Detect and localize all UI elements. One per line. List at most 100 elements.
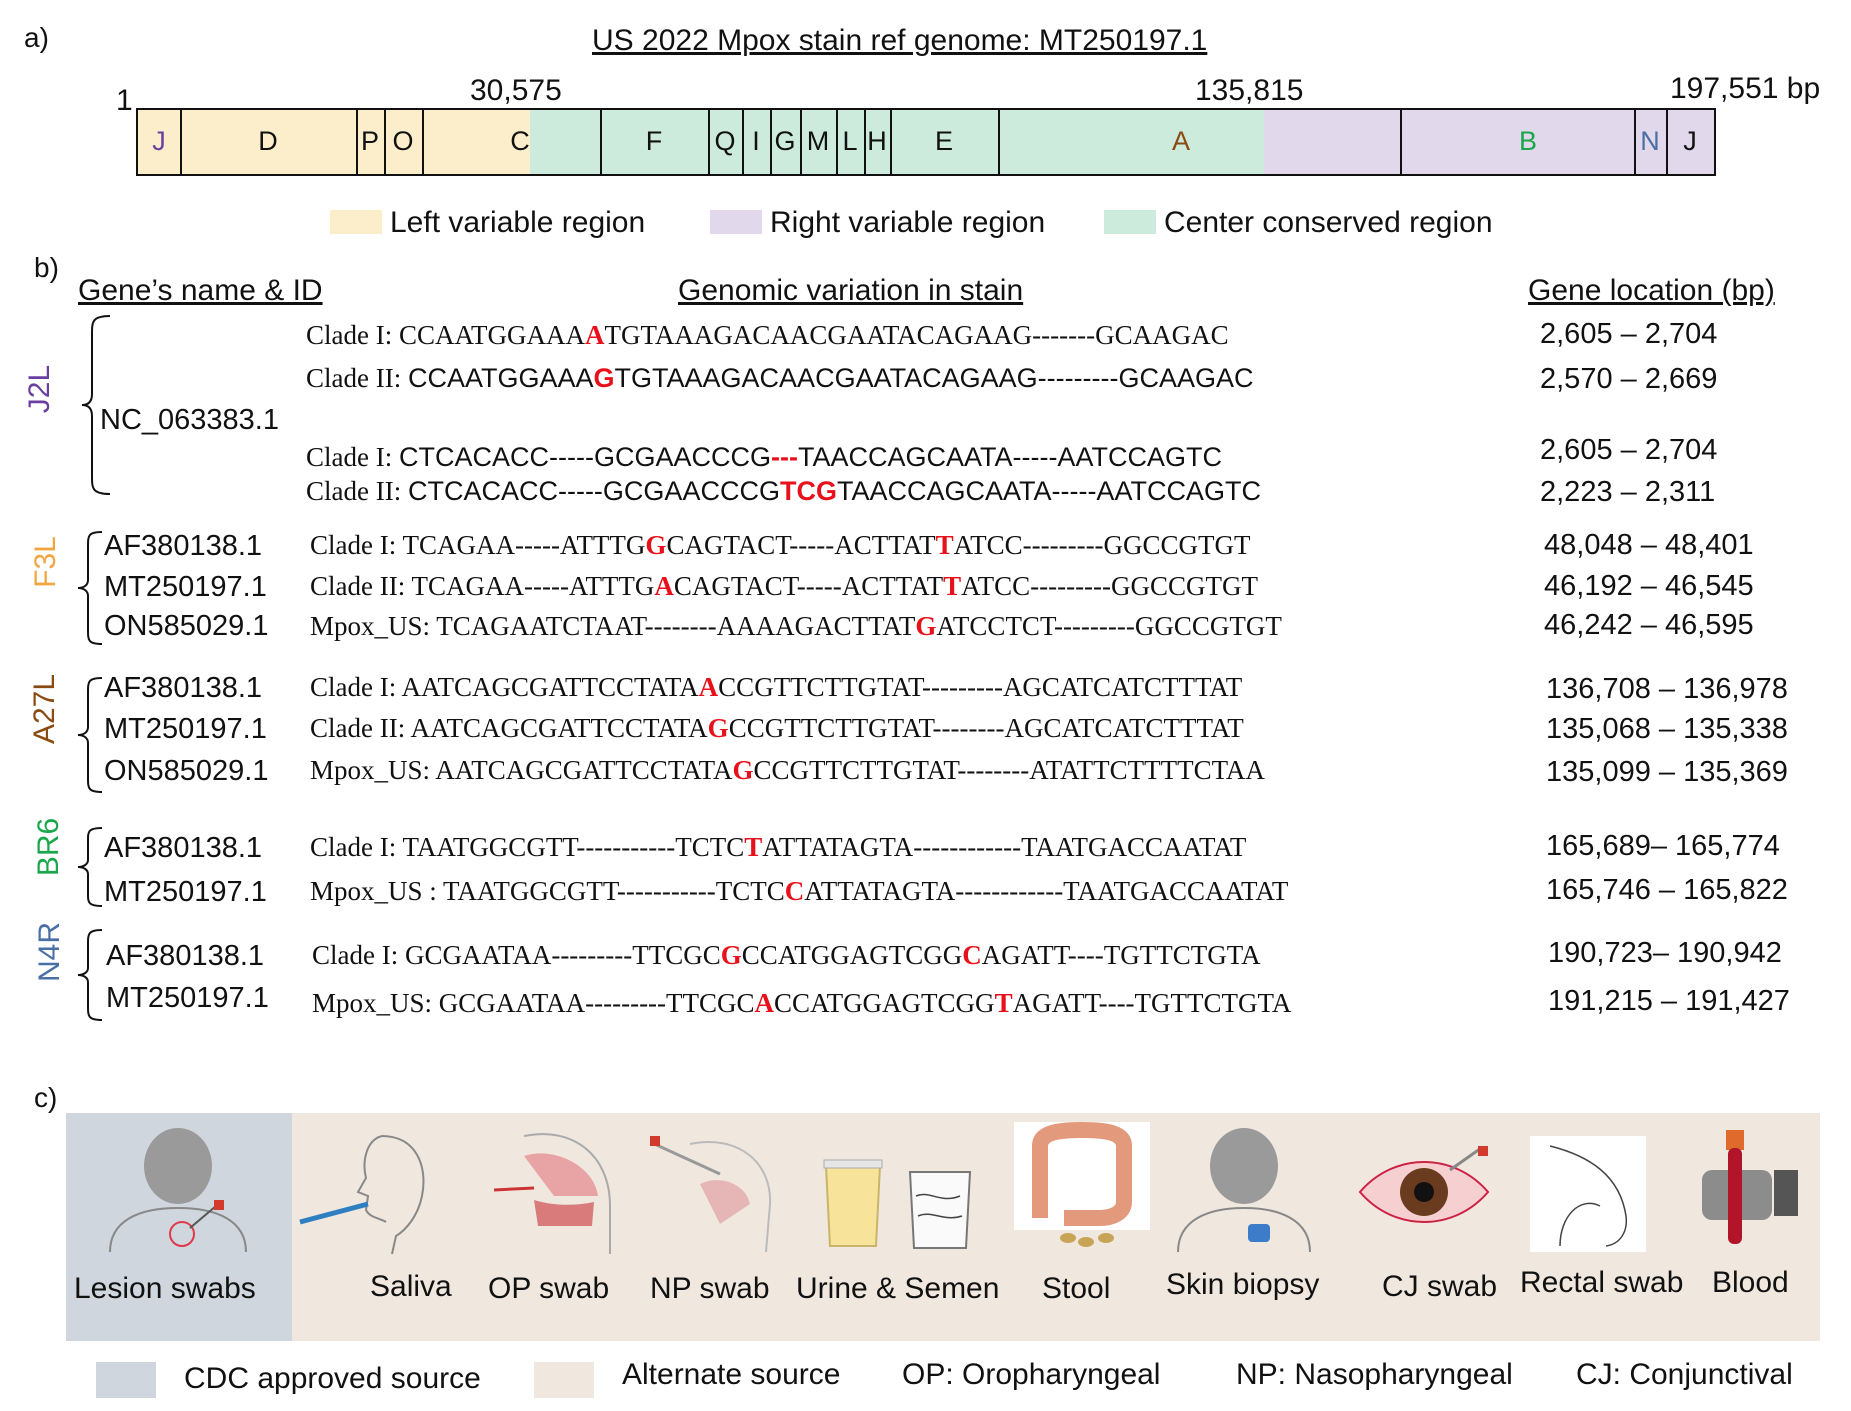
- np-swab-icon: [650, 1136, 772, 1253]
- legend-op-label: OP: Oropharyngeal: [902, 1358, 1161, 1391]
- accession-f3l-1: AF380138.1: [104, 530, 263, 562]
- legend-left-label: Left variable region: [390, 206, 646, 239]
- stool-icon: [1014, 1122, 1150, 1247]
- seq-row-13: Mpox_US: GCGAATAA---------TTCGCACCATGGAG…: [312, 988, 1292, 1018]
- loc-row-10: 165,689– 165,774: [1546, 830, 1780, 862]
- genome-map: J D P O C F Q I G M L H E A B N J: [136, 108, 1716, 176]
- legend-center-label: Center conserved region: [1164, 206, 1493, 239]
- segment-i: I: [752, 126, 760, 156]
- source-cj-swab: CJ swab: [1382, 1270, 1498, 1303]
- segment-d: D: [258, 126, 278, 156]
- seq-row-8: Clade II: AATCAGCGATTCCTATAGCCGTTCTTGTAT…: [310, 713, 1244, 743]
- seq-row-11: Mpox_US : TAATGGCGTT-----------TCTCCATTA…: [310, 876, 1289, 906]
- seq-row-2: Clade I: CTCACACC-----GCGAACCCG---TAACCA…: [306, 442, 1222, 472]
- seq-row-12: Clade I: GCGAATAA---------TTCGCGCCATGGAG…: [312, 940, 1261, 970]
- segment-j-right: J: [1683, 126, 1697, 156]
- accession-a27l-3: ON585029.1: [104, 755, 269, 787]
- accession-f3l-2: MT250197.1: [104, 571, 267, 603]
- accession-n4r-2: MT250197.1: [106, 982, 269, 1014]
- left-variable-region: [138, 110, 530, 174]
- rectal-swab-icon: [1530, 1136, 1646, 1252]
- accession-br6-2: MT250197.1: [104, 876, 267, 908]
- saliva-icon: [299, 1135, 425, 1255]
- segment-c: C: [510, 126, 530, 156]
- source-stool: Stool: [1042, 1272, 1111, 1305]
- lesion-swab-icon: [109, 1128, 247, 1253]
- panel-a-label: a): [24, 22, 49, 53]
- header-gene: Gene’s name & ID: [78, 274, 323, 307]
- loc-row-0: 2,605 – 2,704: [1540, 318, 1718, 350]
- source-rectal-swab: Rectal swab: [1520, 1266, 1684, 1299]
- source-blood: Blood: [1712, 1266, 1789, 1299]
- seq-row-1: Clade II: CCAATGGAAAGTGTAAAGACAACGAATACA…: [306, 363, 1254, 393]
- segment-h: H: [867, 126, 887, 156]
- center-conserved-region: [530, 110, 1264, 174]
- loc-row-11: 165,746 – 165,822: [1546, 874, 1788, 906]
- skin-biopsy-icon: [1177, 1128, 1311, 1253]
- source-np-swab: NP swab: [650, 1272, 770, 1305]
- loc-row-5: 46,192 – 46,545: [1544, 570, 1754, 602]
- legend-cdc-swatch: [96, 1362, 156, 1398]
- gene-f3l: F3L: [28, 536, 62, 588]
- coord-start: 1: [116, 84, 133, 117]
- loc-row-3: 2,223 – 2,311: [1540, 476, 1716, 508]
- segment-a: A: [1171, 126, 1191, 156]
- coord-30575: 30,575: [470, 74, 562, 107]
- gene-j2l: J2L: [23, 364, 57, 414]
- panel-b-label: b): [34, 252, 59, 283]
- accession-j2l: NC_063383.1: [100, 404, 279, 436]
- loc-row-2: 2,605 – 2,704: [1540, 434, 1718, 466]
- urine-semen-icon: [823, 1159, 972, 1249]
- legend-center-swatch: [1104, 210, 1156, 234]
- accession-a27l-1: AF380138.1: [104, 672, 263, 704]
- loc-row-6: 46,242 – 46,595: [1544, 609, 1754, 641]
- seq-row-6: Mpox_US: TCAGAATCTAAT--------AAAAGACTTAT…: [310, 611, 1282, 641]
- segment-n: N: [1640, 126, 1660, 156]
- legend-right-swatch: [710, 210, 762, 234]
- seq-row-10: Clade I: TAATGGCGTT-----------TCTCTATTAT…: [310, 832, 1247, 862]
- segment-f: F: [645, 126, 663, 156]
- loc-row-7: 136,708 – 136,978: [1546, 673, 1788, 705]
- segment-p: P: [360, 126, 380, 156]
- segment-o: O: [392, 126, 414, 156]
- cj-swab-icon: [1358, 1146, 1490, 1223]
- gene-a27l: A27L: [28, 673, 62, 745]
- source-lesion-swabs: Lesion swabs: [74, 1272, 256, 1305]
- source-skin-biopsy: Skin biopsy: [1166, 1268, 1320, 1301]
- seq-row-4: Clade I: TCAGAA-----ATTTGGCAGTACT-----AC…: [310, 530, 1251, 560]
- legend-alt-label: Alternate source: [622, 1358, 841, 1391]
- source-urine-semen: Urine & Semen: [796, 1272, 1000, 1305]
- segment-j-left: J: [152, 126, 166, 156]
- segment-g: G: [774, 126, 796, 156]
- loc-row-13: 191,215 – 191,427: [1548, 985, 1790, 1017]
- segment-e: E: [934, 126, 954, 156]
- legend-alt-swatch: [534, 1362, 594, 1398]
- loc-row-1: 2,570 – 2,669: [1540, 363, 1718, 395]
- legend-np-label: NP: Nasopharyngeal: [1236, 1358, 1513, 1391]
- legend-cj-label: CJ: Conjunctival: [1576, 1358, 1793, 1391]
- segment-m: M: [806, 126, 830, 156]
- source-op-swab: OP swab: [488, 1272, 610, 1305]
- legend-cdc-label: CDC approved source: [184, 1362, 481, 1395]
- segment-l: L: [842, 126, 858, 156]
- seq-row-9: Mpox_US: AATCAGCGATTCCTATAGCCGTTCTTGTAT-…: [310, 755, 1265, 785]
- source-saliva: Saliva: [370, 1270, 452, 1303]
- coord-end: 197,551 bp: [1670, 72, 1821, 105]
- accession-f3l-3: ON585029.1: [104, 610, 269, 642]
- legend-right-label: Right variable region: [770, 206, 1046, 239]
- accession-br6-1: AF380138.1: [104, 832, 263, 864]
- accession-n4r-1: AF380138.1: [106, 940, 265, 972]
- seq-row-3: Clade II: CTCACACC-----GCGAACCCGTCGTAACC…: [306, 476, 1261, 506]
- coord-135815: 135,815: [1195, 74, 1304, 107]
- gene-br6: BR6: [32, 817, 66, 877]
- header-variation: Genomic variation in stain: [678, 274, 1024, 307]
- gene-n4r: N4R: [33, 921, 67, 983]
- seq-row-5: Clade II: TCAGAA-----ATTTGACAGTACT-----A…: [310, 571, 1259, 601]
- header-location: Gene location (bp): [1528, 274, 1775, 307]
- loc-row-9: 135,099 – 135,369: [1546, 756, 1788, 788]
- panel-c-label: c): [34, 1082, 58, 1113]
- seq-row-0: Clade I: CCAATGGAAAATGTAAAGACAACGAATACAG…: [306, 320, 1229, 350]
- blood-icon: [1702, 1130, 1798, 1244]
- loc-row-4: 48,048 – 48,401: [1544, 529, 1754, 561]
- loc-row-12: 190,723– 190,942: [1548, 937, 1782, 969]
